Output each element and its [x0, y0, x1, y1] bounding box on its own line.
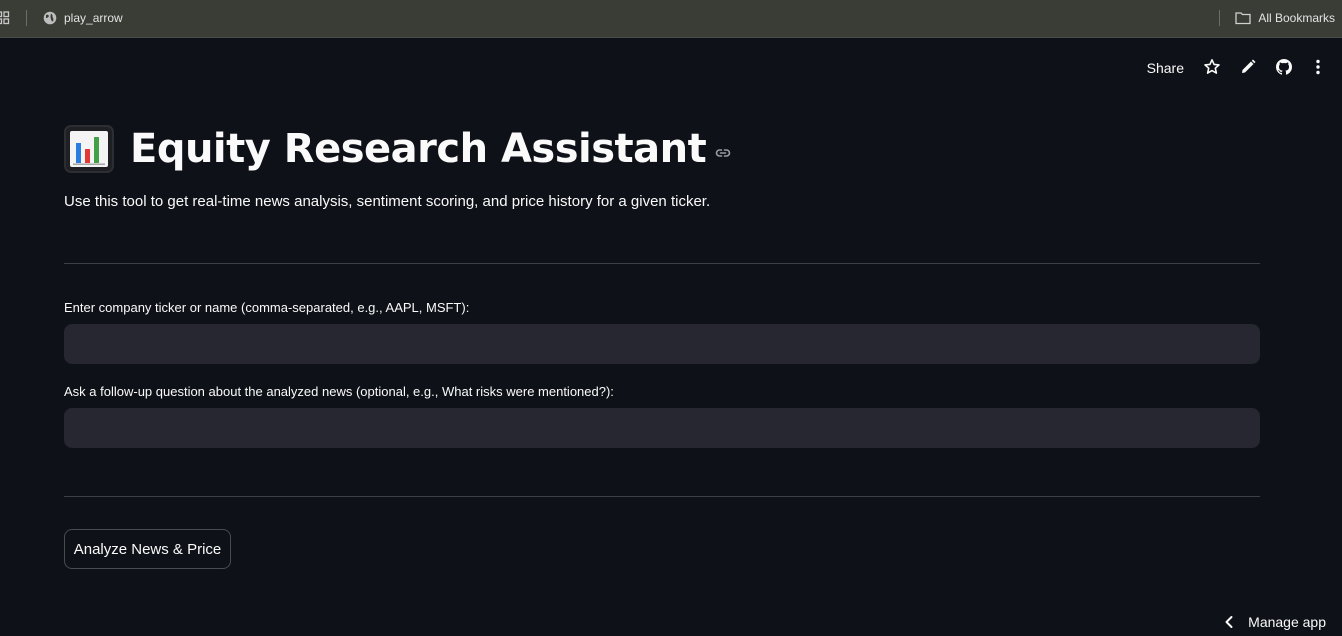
question-input[interactable]: [64, 408, 1260, 448]
all-bookmarks-label: All Bookmarks: [1258, 11, 1335, 25]
bookmark-item[interactable]: play_arrow: [43, 0, 123, 36]
more-vert-icon[interactable]: [1309, 58, 1327, 76]
page-title: Equity Research Assistant: [130, 126, 707, 172]
page-title-row: Equity Research Assistant: [64, 120, 732, 178]
share-button[interactable]: Share: [1147, 60, 1184, 76]
bookmarks-separator: [26, 10, 27, 26]
edit-icon[interactable]: [1239, 58, 1257, 76]
bookmarks-bar: play_arrow All Bookmarks: [0, 0, 1342, 38]
ticker-field-label: Enter company ticker or name (comma-sepa…: [64, 300, 470, 315]
folder-icon: [1235, 12, 1251, 25]
github-icon[interactable]: [1275, 58, 1293, 76]
chevron-left-icon: [1225, 616, 1233, 628]
page-description: Use this tool to get real-time news anal…: [64, 193, 711, 210]
question-field-label: Ask a follow-up question about the analy…: [64, 384, 614, 399]
bookmark-label: play_arrow: [64, 11, 123, 25]
globe-icon: [43, 11, 57, 25]
bar-chart-icon: [64, 125, 114, 173]
divider-bottom: [64, 496, 1260, 497]
divider-top: [64, 263, 1260, 264]
all-bookmarks-button[interactable]: All Bookmarks: [1235, 0, 1335, 36]
bookmarks-separator-right: [1219, 10, 1220, 26]
anchor-link-icon[interactable]: [714, 144, 732, 162]
apps-grid-icon[interactable]: [0, 11, 14, 25]
analyze-button[interactable]: Analyze News & Price: [64, 529, 231, 569]
star-icon[interactable]: [1203, 58, 1221, 76]
manage-app-label: Manage app: [1248, 614, 1326, 630]
manage-app-button[interactable]: Manage app: [1224, 610, 1326, 634]
ticker-input[interactable]: [64, 324, 1260, 364]
